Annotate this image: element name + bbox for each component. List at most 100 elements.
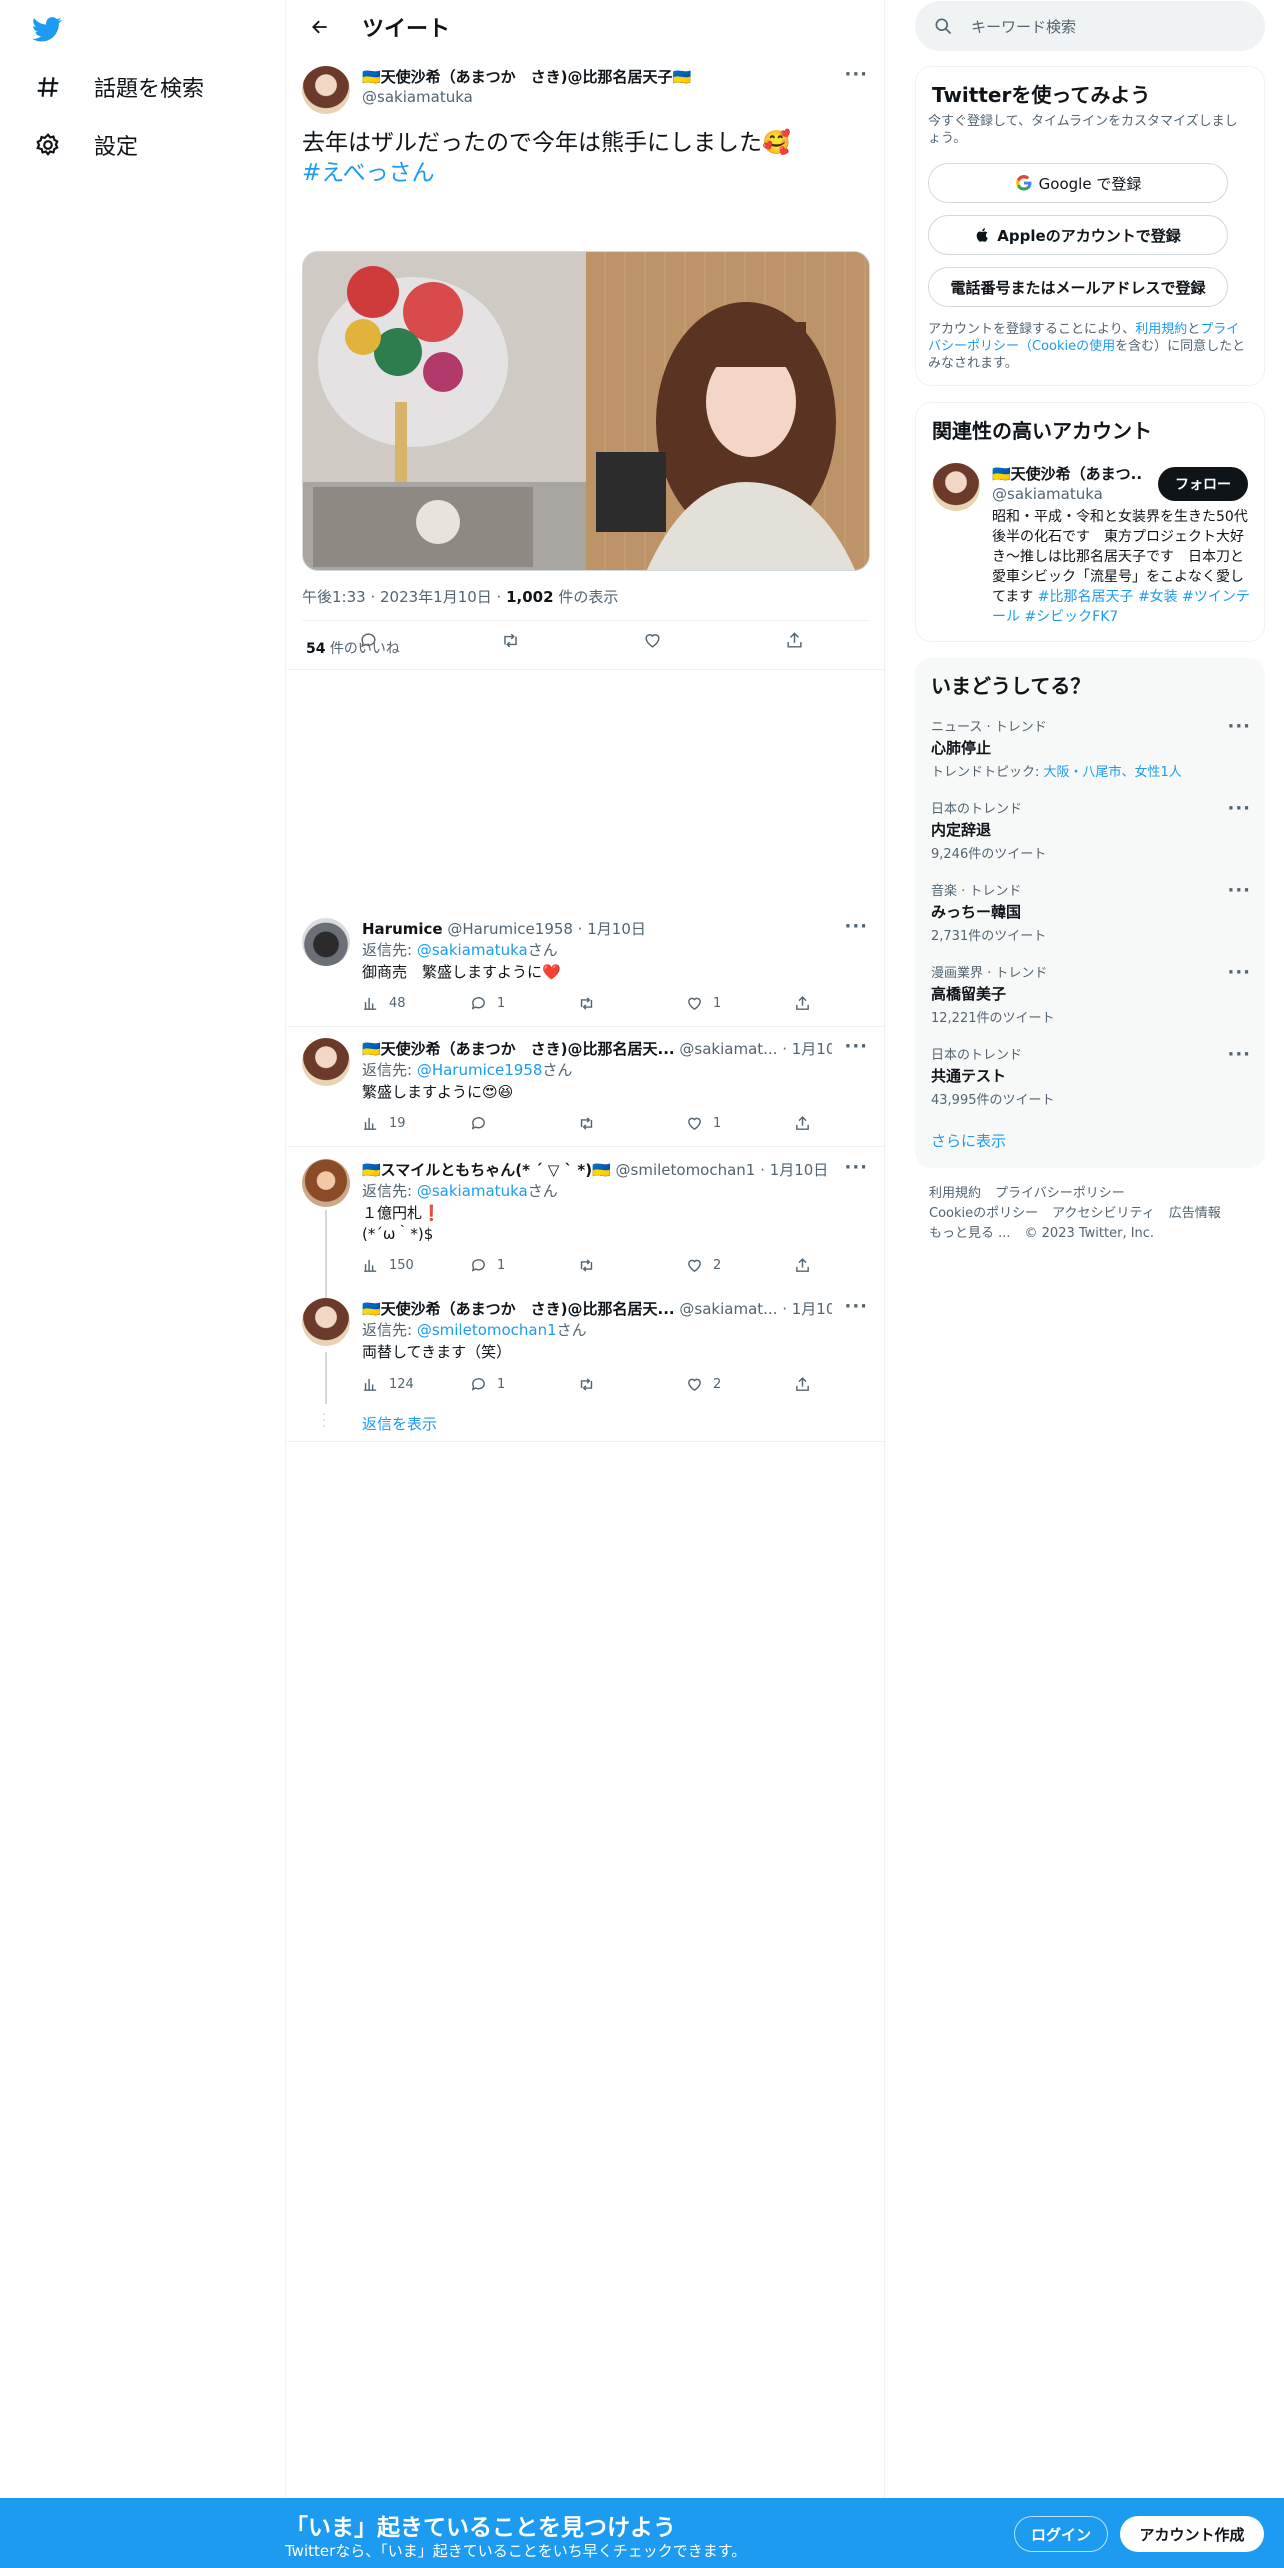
- media-photo-kumade[interactable]: [303, 252, 586, 570]
- retweet-button[interactable]: [578, 1115, 686, 1132]
- login-button[interactable]: ログイン: [1014, 2516, 1108, 2552]
- reply-to-handle[interactable]: @smiletomochan1: [417, 1321, 557, 1339]
- footer-more-link[interactable]: もっと見る ...: [929, 1226, 1011, 1241]
- reply-icon: [360, 633, 375, 648]
- author-name[interactable]: 🇺🇦天使沙希（あまつか さき)@比那名居天子🇺🇦: [362, 66, 802, 87]
- more-options-icon[interactable]: ···: [1227, 798, 1251, 819]
- nav-settings[interactable]: 設定: [34, 120, 138, 170]
- trend-category: ニュース · トレンド: [931, 720, 1047, 735]
- reply-to-handle[interactable]: @sakiamatuka: [417, 941, 528, 959]
- more-options-icon[interactable]: ···: [844, 64, 868, 85]
- retweet-icon: [503, 633, 517, 648]
- reply-to-handle[interactable]: @Harumice1958: [417, 1061, 543, 1079]
- reply-tweet[interactable]: Harumice @Harumice1958 · 1月10日 ··· 返信先: …: [286, 916, 886, 1034]
- more-options-icon[interactable]: ···: [1227, 880, 1251, 901]
- google-signup-button[interactable]: Google で登録: [928, 163, 1228, 203]
- tweet-media[interactable]: [302, 251, 870, 571]
- reply-button[interactable]: 1: [470, 995, 578, 1012]
- avatar[interactable]: [302, 66, 350, 114]
- related-name[interactable]: 🇺🇦天使沙希（あまつ...: [992, 463, 1142, 484]
- share-button[interactable]: [785, 631, 814, 650]
- signup-button[interactable]: アカウント作成: [1120, 2516, 1264, 2552]
- reply-tweet[interactable]: 🇺🇦スマイルともちゃん(* ´ ▽ ` *)🇺🇦 @smiletomochan1…: [286, 1157, 886, 1293]
- author-handle[interactable]: @sakiamat... · 1月10日: [679, 1300, 832, 1318]
- trend-item[interactable]: ニュース · トレンド 心肺停止 トレンドトピック: 大阪・八尾市、女性1人 ·…: [931, 716, 1251, 780]
- views-count: 19: [389, 1116, 406, 1131]
- more-options-icon[interactable]: ···: [1227, 716, 1251, 737]
- more-options-icon[interactable]: ···: [844, 1036, 868, 1057]
- reply-button[interactable]: 1: [470, 1257, 578, 1274]
- tweet-hashtag[interactable]: #えべっさん: [302, 160, 435, 186]
- views-button[interactable]: 19: [362, 1115, 470, 1132]
- author-name[interactable]: 🇺🇦天使沙希（あまつか さき)@比那名居天...: [362, 1300, 675, 1318]
- author-name[interactable]: Harumice: [362, 920, 443, 938]
- reply-tweet[interactable]: 🇺🇦天使沙希（あまつか さき)@比那名居天... @sakiamat... · …: [286, 1296, 886, 1408]
- search-input[interactable]: キーワード検索: [971, 16, 1076, 37]
- related-handle[interactable]: @sakiamatuka: [992, 485, 1103, 503]
- google-icon: [1015, 174, 1032, 191]
- share-button[interactable]: [794, 1257, 821, 1274]
- views-button[interactable]: 124: [362, 1376, 470, 1393]
- footer-accessibility-link[interactable]: アクセシビリティ: [1052, 1206, 1155, 1221]
- author-name[interactable]: 🇺🇦スマイルともちゃん(* ´ ▽ ` *)🇺🇦: [362, 1161, 611, 1179]
- author-name[interactable]: 🇺🇦天使沙希（あまつか さき)@比那名居天...: [362, 1040, 675, 1058]
- apple-signup-button[interactable]: Appleのアカウントで登録: [928, 215, 1228, 255]
- like-button[interactable]: [643, 631, 672, 650]
- like-button[interactable]: 2: [686, 1376, 794, 1393]
- footer-terms-link[interactable]: 利用規約: [929, 1186, 981, 1201]
- back-arrow-icon[interactable]: [302, 9, 338, 45]
- more-options-icon[interactable]: ···: [844, 1296, 868, 1317]
- reply-to-handle[interactable]: @sakiamatuka: [417, 1182, 528, 1200]
- trend-item[interactable]: 漫画業界 · トレンド 高橋留美子 12,221件のツイート ···: [931, 962, 1251, 1026]
- avatar[interactable]: [302, 1298, 350, 1346]
- avatar[interactable]: [302, 1038, 350, 1086]
- more-options-icon[interactable]: ···: [1227, 962, 1251, 983]
- more-options-icon[interactable]: ···: [844, 1157, 868, 1178]
- nav-explore[interactable]: 話題を検索: [34, 62, 204, 112]
- retweet-button[interactable]: [578, 995, 686, 1012]
- author-handle[interactable]: @Harumice1958 · 1月10日: [447, 920, 646, 938]
- follow-button[interactable]: フォロー: [1158, 467, 1248, 501]
- author-handle[interactable]: @sakiamat... · 1月10日: [679, 1040, 832, 1058]
- reply-button[interactable]: [470, 1115, 578, 1132]
- tweet-time[interactable]: 午後1:33 · 2023年1月10日 ·: [302, 588, 506, 606]
- views-button[interactable]: 48: [362, 995, 470, 1012]
- trend-topic-link[interactable]: 大阪・八尾市、女性1人: [1044, 765, 1182, 780]
- like-button[interactable]: 1: [686, 995, 794, 1012]
- show-replies-link[interactable]: 返信を表示: [362, 1413, 437, 1434]
- retweet-button[interactable]: [578, 1257, 686, 1274]
- tweet-body: 去年はザルだったので今年は熊手にしました🥰: [302, 130, 791, 156]
- reply-button[interactable]: 1: [470, 1376, 578, 1393]
- avatar[interactable]: [932, 463, 980, 511]
- media-photo-portrait[interactable]: [586, 252, 869, 570]
- phone-email-signup-button[interactable]: 電話番号またはメールアドレスで登録: [928, 267, 1228, 307]
- more-options-icon[interactable]: ···: [1227, 1044, 1251, 1065]
- like-button[interactable]: 2: [686, 1257, 794, 1274]
- retweet-button[interactable]: [501, 631, 530, 650]
- reply-to-suffix: さん: [527, 941, 558, 959]
- reply-button[interactable]: [359, 631, 388, 650]
- footer-cookie-link[interactable]: Cookieのポリシー: [929, 1206, 1038, 1221]
- share-button[interactable]: [794, 1115, 821, 1132]
- trend-item[interactable]: 日本のトレンド 共通テスト 43,995件のツイート ···: [931, 1044, 1251, 1108]
- search-box[interactable]: キーワード検索: [915, 1, 1265, 51]
- twitter-logo-icon[interactable]: [30, 14, 64, 44]
- share-button[interactable]: [794, 995, 821, 1012]
- avatar[interactable]: [302, 1159, 350, 1207]
- footer-ads-link[interactable]: 広告情報: [1169, 1206, 1221, 1221]
- reply-tweet[interactable]: 🇺🇦天使沙希（あまつか さき)@比那名居天... @sakiamat... · …: [286, 1036, 886, 1146]
- retweet-button[interactable]: [578, 1376, 686, 1393]
- more-options-icon[interactable]: ···: [844, 916, 868, 937]
- trend-item[interactable]: 音楽 · トレンド みっちー韓国 2,731件のツイート ···: [931, 880, 1251, 944]
- share-button[interactable]: [794, 1376, 821, 1393]
- like-button[interactable]: 1: [686, 1115, 794, 1132]
- show-more-trends-link[interactable]: さらに表示: [931, 1130, 1006, 1151]
- views-button[interactable]: 150: [362, 1257, 470, 1274]
- author-handle[interactable]: @sakiamatuka: [362, 88, 473, 106]
- trend-item[interactable]: 日本のトレンド 内定辞退 9,246件のツイート ···: [931, 798, 1251, 862]
- author-handle[interactable]: @smiletomochan1 · 1月10日: [616, 1161, 829, 1179]
- avatar[interactable]: [302, 918, 350, 966]
- reply-to-prefix: 返信先:: [362, 941, 417, 959]
- terms-link[interactable]: 利用規約: [1135, 322, 1187, 337]
- footer-privacy-link[interactable]: プライバシーポリシー: [995, 1186, 1125, 1201]
